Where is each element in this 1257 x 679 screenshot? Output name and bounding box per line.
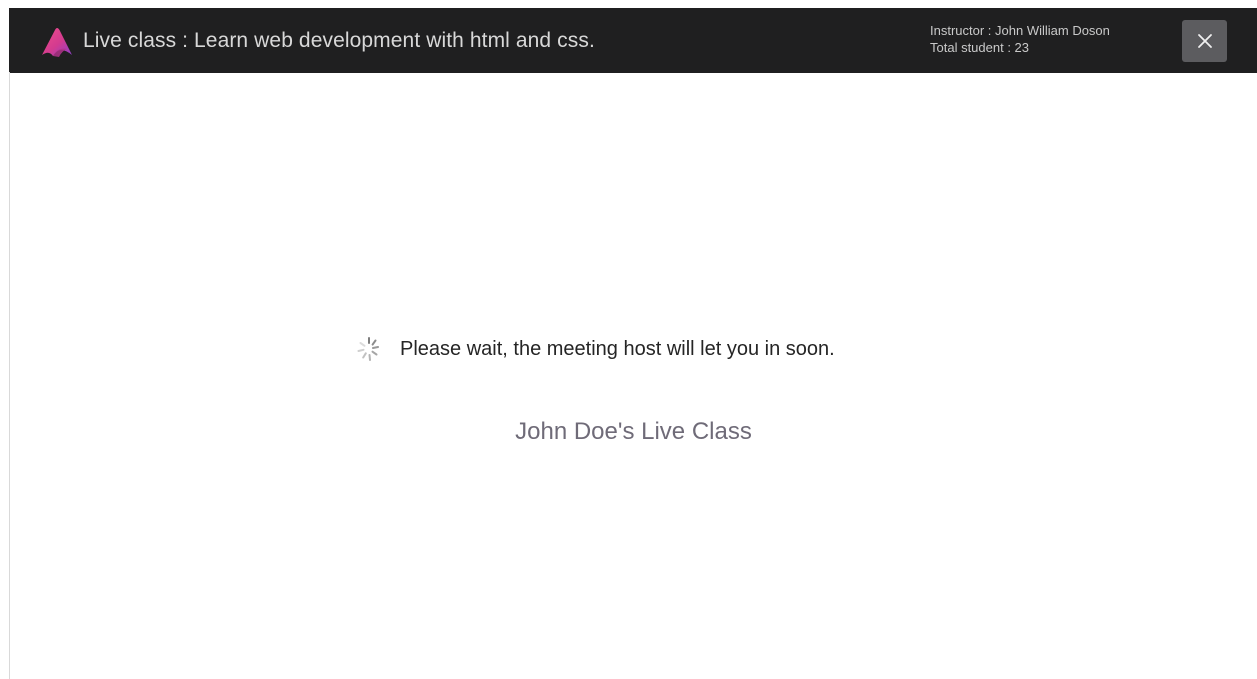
- live-class-header: Live class : Learn web development with …: [9, 8, 1257, 73]
- waiting-message: Please wait, the meeting host will let y…: [400, 338, 835, 360]
- brand-triangle-logo-icon: [40, 25, 74, 59]
- top-spacing: [0, 0, 1257, 8]
- total-student-count: Total student : 23: [930, 40, 1030, 55]
- waiting-message-row: Please wait, the meeting host will let y…: [355, 335, 835, 363]
- live-class-waiting-page: Live class : Learn web development with …: [0, 0, 1257, 679]
- close-icon: [1197, 34, 1212, 48]
- class-info: Instructor : John William Doson Total st…: [930, 22, 1170, 56]
- loading-spinner-icon: [357, 337, 379, 361]
- instructor-name: Instructor : John William Doson: [930, 23, 1110, 38]
- waiting-room-content: Please wait, the meeting host will let y…: [10, 73, 1257, 679]
- close-button[interactable]: [1182, 20, 1227, 62]
- live-class-name: John Doe's Live Class: [515, 418, 752, 445]
- live-class-title: Live class : Learn web development with …: [83, 29, 595, 52]
